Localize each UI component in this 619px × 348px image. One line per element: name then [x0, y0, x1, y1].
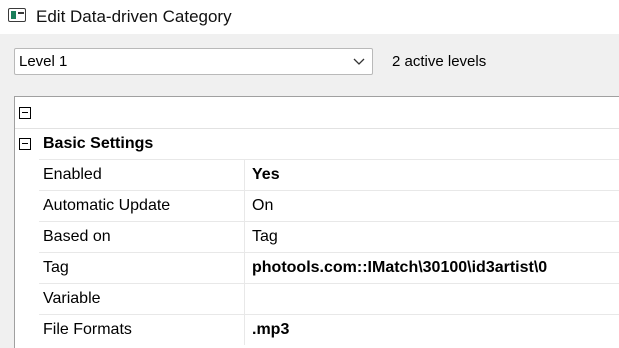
property-value[interactable]: On	[246, 191, 273, 221]
property-value[interactable]	[246, 284, 252, 314]
property-name: Automatic Update	[39, 191, 245, 221]
property-row-tag[interactable]: Tag photools.com::IMatch\30100\id3artist…	[39, 252, 619, 283]
property-row-variable[interactable]: Variable	[39, 283, 619, 314]
property-row-file-formats[interactable]: File Formats .mp3	[39, 314, 619, 345]
property-name: Variable	[39, 284, 245, 314]
property-value[interactable]: Tag	[246, 222, 278, 252]
level-dropdown[interactable]: Level 1	[14, 48, 373, 75]
property-name: Enabled	[39, 160, 245, 190]
property-value[interactable]: photools.com::IMatch\30100\id3artist\0	[246, 253, 547, 283]
property-value[interactable]: Yes	[246, 160, 280, 190]
collapse-all-icon[interactable]	[19, 107, 31, 119]
collapse-section-icon[interactable]	[19, 138, 31, 150]
property-value[interactable]: .mp3	[246, 315, 289, 345]
title-bar: Edit Data-driven Category	[0, 0, 619, 34]
property-row-enabled[interactable]: Enabled Yes	[39, 159, 619, 190]
active-levels-label: 2 active levels	[392, 53, 487, 70]
window-title: Edit Data-driven Category	[36, 7, 232, 26]
grid-root-row	[15, 97, 619, 129]
edit-category-window: Edit Data-driven Category Level 1 2 acti…	[0, 0, 619, 348]
property-name: Tag	[39, 253, 245, 283]
app-window-icon	[8, 8, 26, 22]
section-label: Basic Settings	[43, 135, 154, 152]
property-name: File Formats	[39, 315, 245, 345]
level-dropdown-value: Level 1	[19, 53, 68, 70]
property-row-based-on[interactable]: Based on Tag	[39, 221, 619, 252]
property-name: Based on	[39, 222, 245, 252]
property-grid: Basic Settings Enabled Yes Automatic Upd…	[14, 96, 619, 348]
chevron-down-icon	[353, 58, 365, 65]
section-basic-settings: Basic Settings	[15, 128, 619, 159]
property-row-automatic-update[interactable]: Automatic Update On	[39, 190, 619, 221]
